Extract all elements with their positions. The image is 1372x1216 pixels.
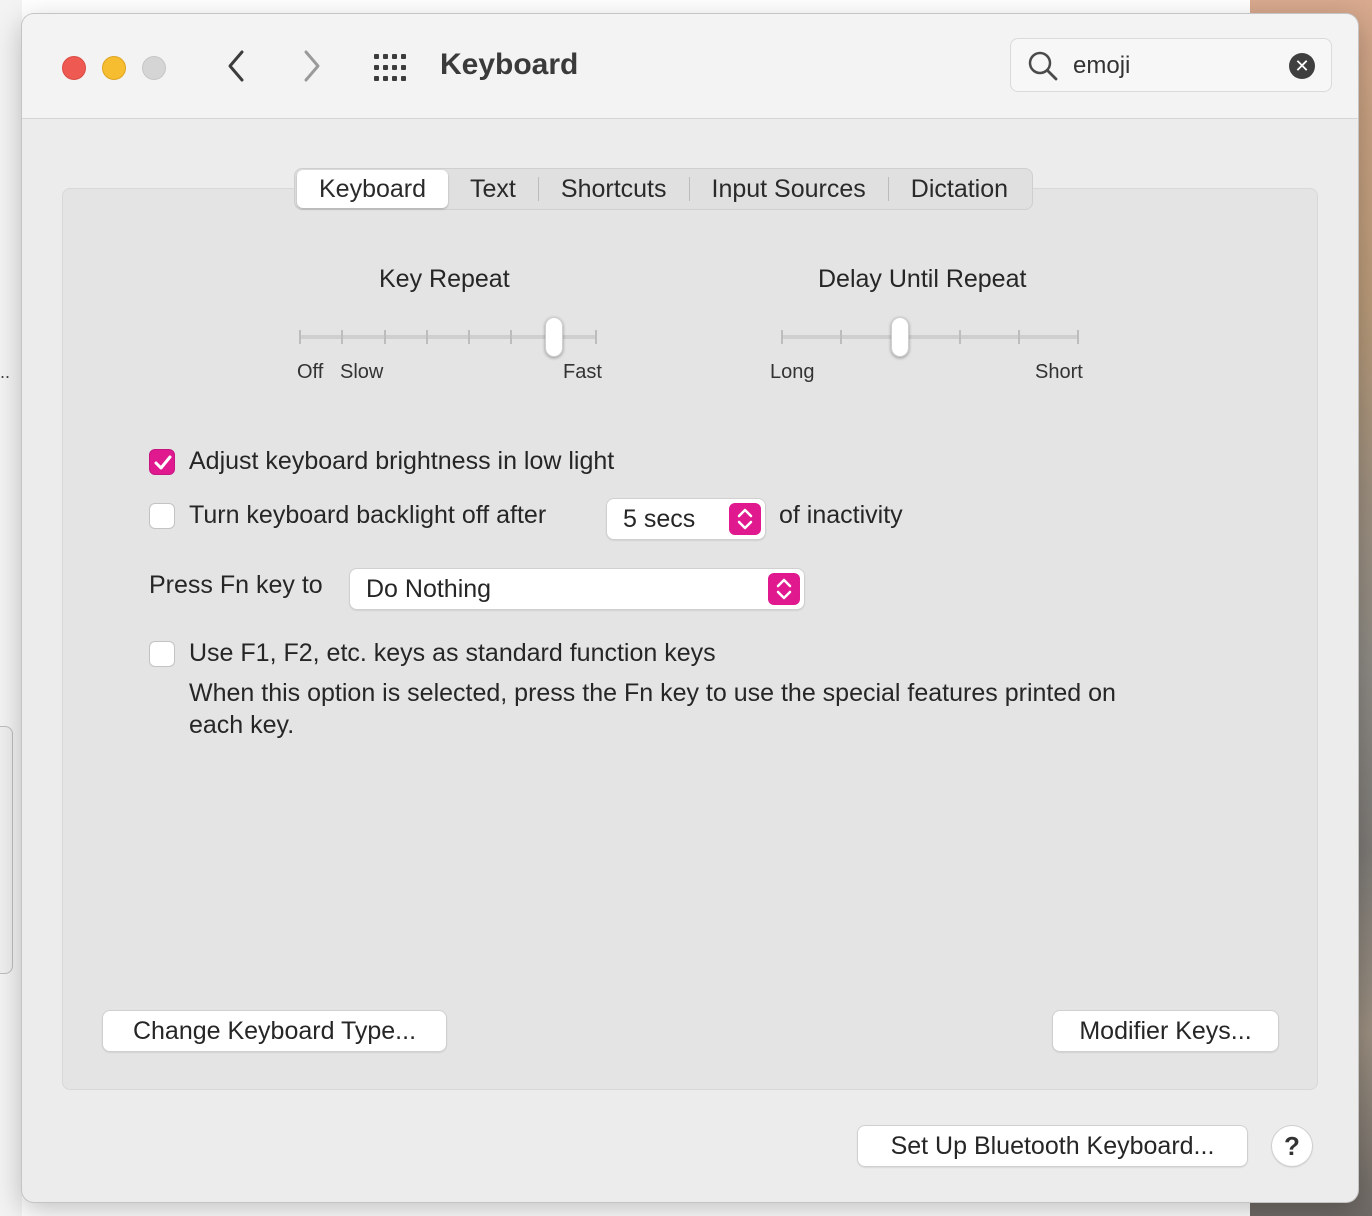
brightness-label: Adjust keyboard brightness in low light [189,447,615,475]
key-repeat-knob[interactable] [545,317,563,357]
key-repeat-tick [510,330,512,344]
key-repeat-fast-label: Fast [563,361,602,383]
delay-until-repeat-knob[interactable] [891,317,909,357]
delay-until-repeat-slider[interactable] [781,317,1079,357]
fn-key-value: Do Nothing [366,575,492,603]
key-repeat-off-label: Off [297,361,324,383]
tab-text[interactable]: Text [448,170,538,208]
modifier-keys-button[interactable]: Modifier Keys... [1053,1011,1278,1051]
delay-until-repeat-tick [840,330,842,344]
fn-key-label: Press Fn key to [149,571,323,599]
delay-until-repeat-tick [1077,330,1079,344]
tab-dictation[interactable]: Dictation [889,170,1030,208]
key-repeat-tick [426,330,428,344]
search-icon [1028,51,1058,81]
key-repeat-tick [299,330,301,344]
key-repeat-tick [468,330,470,344]
keyboard-preferences-window: Keyboard ✕ Key Repeat Off Slow Fast Dela… [22,14,1358,1202]
key-repeat-tick [341,330,343,344]
delay-until-repeat-tick [1018,330,1020,344]
function-keys-description-line2: each key. [189,711,295,739]
back-button[interactable] [220,48,254,84]
inactivity-suffix-label: of inactivity [779,501,903,529]
search-field[interactable]: ✕ [1010,38,1332,92]
chevron-right-icon [304,50,320,82]
close-window-button[interactable] [62,56,86,80]
background-ellipsis: .. [0,362,11,382]
background-window-edge [0,726,13,974]
key-repeat-slider[interactable] [299,317,597,357]
backlight-checkbox[interactable] [149,503,175,529]
window-title: Keyboard [440,48,579,81]
stepper-icon [768,573,800,605]
backlight-timeout-value: 5 secs [623,505,696,533]
set-up-bluetooth-keyboard-button[interactable]: Set Up Bluetooth Keyboard... [858,1126,1247,1166]
key-repeat-tick [384,330,386,344]
tab-input-sources[interactable]: Input Sources [690,170,888,208]
clear-search-icon[interactable]: ✕ [1289,53,1315,79]
minimize-window-button[interactable] [102,56,126,80]
keyboard-tab-panel: Key Repeat Off Slow Fast Delay Until Rep… [62,188,1318,1090]
brightness-checkbox[interactable] [149,449,175,475]
grid-icon [374,54,406,81]
zoom-window-button[interactable] [142,56,166,80]
function-keys-checkbox[interactable] [149,641,175,667]
tab-bar: Keyboard Text Shortcuts Input Sources Di… [294,168,1034,210]
search-input[interactable] [1071,49,1275,83]
tab-keyboard[interactable]: Keyboard [297,170,449,208]
fn-key-select[interactable]: Do Nothing [350,569,804,609]
delay-until-repeat-tick [781,330,783,344]
key-repeat-slow-label: Slow [340,361,384,383]
show-all-button[interactable] [372,52,412,84]
function-keys-description-line1: When this option is selected, press the … [189,679,1116,707]
backlight-timeout-select[interactable]: 5 secs [607,499,765,539]
key-repeat-title: Key Repeat [379,265,510,293]
delay-short-label: Short [1035,361,1083,383]
change-keyboard-type-button[interactable]: Change Keyboard Type... [103,1011,446,1051]
tab-shortcuts[interactable]: Shortcuts [539,170,689,208]
delay-until-repeat-tick [959,330,961,344]
checkmark-icon [154,455,172,470]
delay-long-label: Long [770,361,815,383]
help-button[interactable]: ? [1272,1126,1312,1166]
forward-button[interactable] [294,48,328,84]
desktop-left-edge [0,0,22,1216]
title-bar: Keyboard ✕ [22,14,1358,119]
function-keys-label: Use F1, F2, etc. keys as standard functi… [189,639,716,667]
key-repeat-tick [595,330,597,344]
chevron-left-icon [228,50,244,82]
backlight-label: Turn keyboard backlight off after [189,501,547,529]
stepper-icon [729,503,761,535]
delay-until-repeat-title: Delay Until Repeat [818,265,1027,293]
